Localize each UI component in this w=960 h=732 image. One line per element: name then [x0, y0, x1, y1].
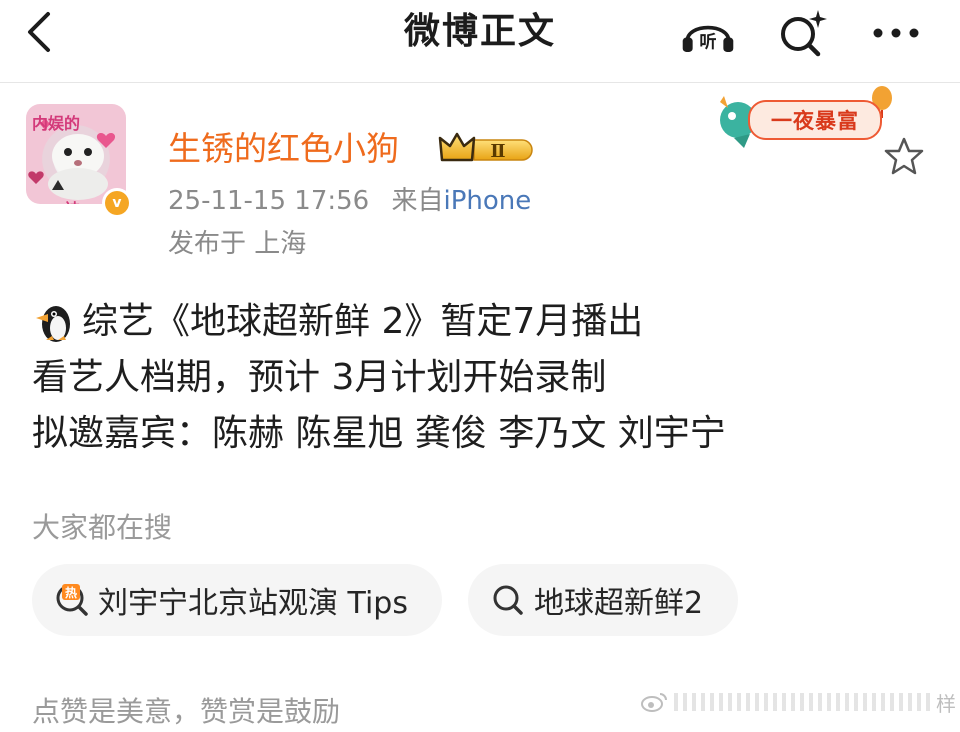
- post-line: 拟邀嘉宾：陈赫 陈星旭 龚俊 李乃文 刘宇宁: [32, 406, 932, 462]
- listen-button[interactable]: 听: [680, 10, 736, 56]
- post-line: 综艺《地球超新鲜 2》暂定7月播出: [32, 294, 932, 350]
- search-icon: [493, 585, 523, 615]
- verified-v-icon: v: [105, 191, 129, 215]
- post-meta: 25-11-15 17:56 来自iPhone: [168, 183, 531, 219]
- post-text-line: 看艺人档期，预计 3月计划开始录制: [32, 357, 607, 398]
- avatar-caption-top: 内娱的: [32, 114, 81, 133]
- trending-search-label: 刘宇宁北京站观演 Tips: [98, 586, 408, 621]
- hot-label: 热: [65, 585, 77, 600]
- weibo-watermark: 样: [640, 688, 956, 716]
- post-text-line: 拟邀嘉宾：陈赫 陈星旭 龚俊 李乃文 刘宇宁: [32, 413, 726, 454]
- post-content: 综艺《地球超新鲜 2》暂定7月播出 看艺人档期，预计 3月计划开始录制 拟邀嘉宾…: [32, 294, 932, 462]
- favorite-button[interactable]: [882, 134, 926, 178]
- verified-badge: v: [102, 188, 132, 218]
- avatar-caption-bottom: 神: [64, 196, 80, 204]
- weibo-logo-icon: [641, 693, 667, 712]
- crown-vip-icon: Ⅱ: [438, 132, 533, 162]
- trending-search-chip[interactable]: 热 刘宇宁北京站观演 Tips: [32, 564, 442, 636]
- trending-search-heading: 大家都在搜: [32, 511, 173, 544]
- more-button[interactable]: [868, 10, 924, 56]
- penguin-emoji-icon: [36, 306, 70, 342]
- event-badge-label[interactable]: 一夜暴富: [748, 100, 882, 140]
- post-line: 看艺人档期，预计 3月计划开始录制: [32, 350, 932, 406]
- source-link[interactable]: iPhone: [444, 186, 532, 216]
- author-avatar[interactable]: 内娱的 神 v: [22, 96, 132, 224]
- watermark-char: 样: [936, 691, 956, 716]
- search-button[interactable]: [774, 10, 830, 57]
- vip-level-badge[interactable]: Ⅱ: [438, 130, 536, 168]
- post-timestamp: 25-11-15 17:56: [168, 186, 370, 216]
- watermark-bars: [674, 693, 930, 711]
- headphones-icon: 听: [682, 25, 734, 52]
- post-text-line: 综艺《地球超新鲜 2》暂定7月播出: [82, 301, 644, 342]
- post-location: 发布于 上海: [168, 229, 307, 259]
- reward-hint-text: 点赞是美意，赞赏是鼓励: [32, 695, 341, 728]
- listen-label: 听: [699, 31, 716, 52]
- hot-search-icon: 热: [56, 584, 88, 616]
- username[interactable]: 生锈的红色小狗: [168, 126, 399, 172]
- star-outline-icon: [884, 137, 924, 175]
- source-prefix: 来自: [391, 186, 444, 216]
- top-nav-bar: 微博正文 听: [0, 0, 960, 83]
- sparkle-search-icon: [781, 10, 827, 57]
- trending-search-label: 地球超新鲜2: [534, 586, 704, 621]
- vip-level-text: Ⅱ: [490, 141, 505, 162]
- more-dots-icon: [873, 28, 919, 38]
- trending-search-chip[interactable]: 地球超新鲜2: [468, 564, 738, 636]
